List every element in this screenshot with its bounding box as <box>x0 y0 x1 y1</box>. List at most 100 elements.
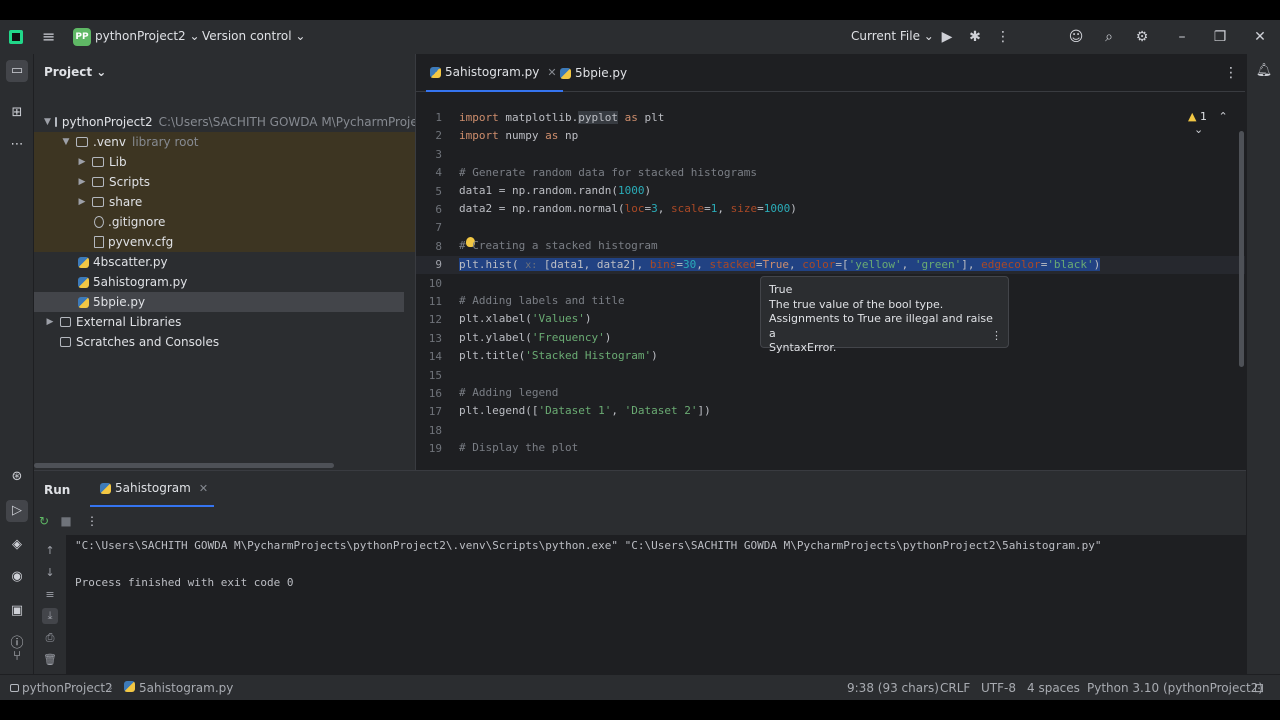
tree-item-scratches[interactable]: Scratches and Consoles <box>34 332 415 352</box>
next-highlight-icon[interactable]: ⌄ <box>1194 123 1203 136</box>
project-panel-title[interactable]: Project ⌄ <box>44 65 106 79</box>
tree-item-gitignore[interactable]: .gitignore <box>34 212 415 232</box>
run-tab-5ahistogram[interactable]: 5ahistogram ✕ <box>90 471 215 507</box>
tree-label: 5ahistogram.py <box>93 275 188 289</box>
rerun-icon[interactable]: ↻ <box>36 513 52 529</box>
settings-gear-icon[interactable]: ⚙ <box>1133 28 1151 46</box>
caret-position[interactable]: 9:38 (93 chars) <box>847 681 939 695</box>
chevron-right-icon[interactable]: ▶ <box>76 197 88 207</box>
stop-icon[interactable]: ■ <box>58 513 74 529</box>
console-side-toolbar: ↑ ↓ ≡ ⤓ ⎙ 🗑︎ <box>34 535 66 675</box>
run-more-icon[interactable]: ⋮ <box>84 513 100 529</box>
tree-item-4bscatter[interactable]: 4bscatter.py <box>34 252 415 272</box>
left-tool-strip: ▭ ⊞ ⋯ ⊛ ▷ ◈ ◉ ▣ ⓘ <box>0 54 34 674</box>
line-number: 1 <box>435 111 442 124</box>
project-switcher[interactable]: pythonProject2 ⌄ <box>95 29 200 43</box>
ide-window: ≡ PP pythonProject2 ⌄ Version control ⌄ … <box>0 20 1280 700</box>
project-folder-icon[interactable]: ▭ <box>6 60 28 82</box>
tree-item-venv[interactable]: ▼ .venv library root <box>34 132 415 152</box>
scratches-icon <box>60 337 71 347</box>
project-horizontal-scrollbar[interactable] <box>34 463 334 468</box>
minimize-icon[interactable]: – <box>1173 28 1191 46</box>
code-line-12: plt.xlabel('Values') <box>459 312 592 325</box>
tree-item-lib[interactable]: ▶ Lib <box>34 152 415 172</box>
python-file-icon <box>78 296 89 308</box>
code-line-2: import numpy as np <box>459 129 579 142</box>
pycharm-logo-icon[interactable] <box>9 30 23 44</box>
inspection-warning-count[interactable]: ▲ 1 ⌃ ⌄ <box>1188 110 1245 136</box>
git-branch-icon[interactable]: ⑂ <box>6 646 28 668</box>
doc-more-icon[interactable]: ⋮ <box>991 329 1002 344</box>
breadcrumb-project[interactable]: pythonProject2 <box>10 681 113 695</box>
print-icon[interactable]: ⎙ <box>42 630 58 646</box>
python-file-icon <box>124 681 135 692</box>
chevron-down-icon[interactable]: ▼ <box>60 137 72 147</box>
restore-icon[interactable]: ❐ <box>1211 28 1229 46</box>
tree-item-scripts[interactable]: ▶ Scripts <box>34 172 415 192</box>
code-line-16: # Adding legend <box>459 386 559 399</box>
breadcrumb-project-label: pythonProject2 <box>22 681 113 695</box>
scroll-up-icon[interactable]: ↑ <box>42 543 58 559</box>
tree-item-project-root[interactable]: ▼ pythonProject2 C:\Users\SACHITH GOWDA … <box>34 112 415 132</box>
code-with-me-icon[interactable]: ☺ <box>1067 28 1085 46</box>
line-number: 9 <box>435 258 442 272</box>
scroll-down-icon[interactable]: ↓ <box>42 565 58 581</box>
chevron-right-icon[interactable]: ▶ <box>44 317 56 327</box>
run-tool-icon[interactable]: ▷ <box>6 500 28 522</box>
line-ending[interactable]: CRLF <box>940 681 970 695</box>
debug-icon[interactable]: ✱ <box>966 28 984 46</box>
code-line-6: data2 = np.random.normal(loc=3, scale=1,… <box>459 202 797 215</box>
python-file-icon <box>78 256 89 268</box>
tab-5ahistogram[interactable]: 5ahistogram.py ✕ <box>426 54 563 92</box>
close-run-tab-icon[interactable]: ✕ <box>199 482 208 495</box>
run-icon[interactable]: ▶ <box>938 28 956 46</box>
lock-icon[interactable]: ⊡ <box>1254 681 1264 695</box>
python-packages-icon[interactable]: ⊛ <box>6 466 28 488</box>
doc-title: True <box>769 283 793 296</box>
previous-highlight-icon[interactable]: ⌃ <box>1218 110 1227 123</box>
tree-item-external-libraries[interactable]: ▶ External Libraries <box>34 312 415 332</box>
console-command-line: "C:\Users\SACHITH GOWDA M\PycharmProject… <box>75 539 1102 552</box>
quick-documentation-popup[interactable]: True The true value of the bool type. As… <box>760 276 1009 354</box>
line-number: 14 <box>428 350 442 364</box>
editor-vertical-scrollbar[interactable] <box>1239 131 1244 367</box>
line-number: 2 <box>435 129 442 143</box>
tabs-more-icon[interactable]: ⋮ <box>1222 64 1240 82</box>
clear-trash-icon[interactable]: 🗑︎ <box>42 652 58 668</box>
soft-wrap-icon[interactable]: ≡ <box>42 587 58 603</box>
tree-item-5ahistogram[interactable]: 5ahistogram.py <box>34 272 415 292</box>
chevron-right-icon[interactable]: ▶ <box>76 177 88 187</box>
tree-item-pyvenv-cfg[interactable]: pyvenv.cfg <box>34 232 415 252</box>
python-interpreter[interactable]: Python 3.10 (pythonProject2) <box>1087 681 1263 695</box>
breadcrumb-file-label: 5ahistogram.py <box>139 681 234 695</box>
search-icon[interactable]: ⌕ <box>1100 28 1118 46</box>
layers-icon[interactable]: ◈ <box>6 534 28 556</box>
more-actions-icon[interactable]: ⋮ <box>994 28 1012 46</box>
code-line-11: # Adding labels and title <box>459 294 625 307</box>
run-toolbar: ↻ ■ ⋮ <box>34 507 1246 535</box>
terminal-icon[interactable]: ▣ <box>6 600 28 622</box>
code-line-17: plt.legend(['Dataset 1', 'Dataset 2']) <box>459 404 711 417</box>
scroll-to-end-icon[interactable]: ⤓ <box>42 608 58 624</box>
main-menu-icon[interactable]: ≡ <box>42 28 58 46</box>
console-exit-line: Process finished with exit code 0 <box>75 576 294 589</box>
tree-label: Scratches and Consoles <box>76 335 220 349</box>
file-encoding[interactable]: UTF-8 <box>981 681 1016 695</box>
breadcrumb-file[interactable]: 5ahistogram.py <box>120 681 233 695</box>
tab-5bpie[interactable]: 5bpie.py <box>556 54 627 92</box>
run-config-selector[interactable]: Current File ⌄ <box>851 29 934 43</box>
version-control-menu[interactable]: Version control ⌄ <box>202 29 305 43</box>
code-editor[interactable]: 5ahistogram.py ✕ 5bpie.py ⋮ ▲ 1 ⌃ ⌄ 1234… <box>415 54 1245 470</box>
line-number: 5 <box>435 184 442 198</box>
chevron-down-icon[interactable]: ▼ <box>44 117 51 127</box>
tree-item-5bpie[interactable]: 5bpie.py <box>34 292 404 312</box>
close-icon[interactable]: ✕ <box>1251 28 1269 46</box>
tree-item-share[interactable]: ▶ share <box>34 192 415 212</box>
indent-setting[interactable]: 4 spaces <box>1027 681 1080 695</box>
config-file-icon <box>94 236 104 248</box>
services-icon[interactable]: ◉ <box>6 566 28 588</box>
chevron-right-icon[interactable]: ▶ <box>76 157 88 167</box>
notifications-icon[interactable]: 🔔︎ <box>1253 60 1275 82</box>
structure-icon[interactable]: ⊞ <box>6 102 28 124</box>
more-tools-icon[interactable]: ⋯ <box>6 134 28 156</box>
